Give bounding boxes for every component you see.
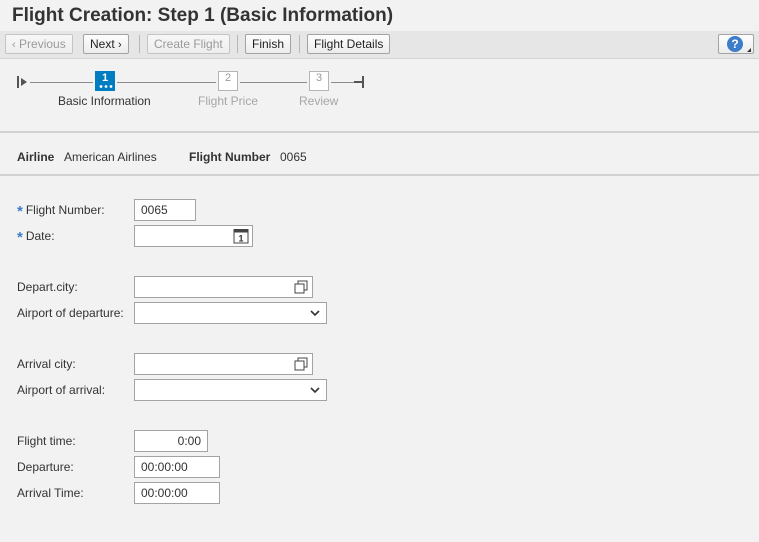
arrival-time-input[interactable]: 00:00:00: [134, 482, 220, 504]
flight-time-label: Flight time:: [17, 434, 76, 448]
divider: [0, 131, 759, 133]
arrival-time-label: Arrival Time:: [17, 486, 84, 500]
create-flight-button[interactable]: Create Flight: [147, 34, 230, 54]
roadmap-step-1[interactable]: 1: [95, 71, 115, 91]
required-marker: *: [17, 203, 23, 220]
depart-city-input[interactable]: [134, 276, 313, 298]
flight-number-info-label: Flight Number: [189, 150, 271, 164]
chevron-down-icon[interactable]: [307, 305, 323, 321]
roadmap-step-label-flight-price: Flight Price: [198, 94, 259, 108]
next-button[interactable]: Next ›: [83, 34, 129, 54]
toolbar-separator: [139, 35, 140, 53]
roadmap-connector: [240, 82, 307, 83]
previous-button-label: Previous: [19, 37, 66, 51]
substeps-icon: [99, 85, 113, 88]
roadmap-connector: [331, 82, 355, 83]
date-label: * Date:: [17, 229, 55, 246]
airline-value: American Airlines: [64, 150, 157, 164]
chevron-left-icon: ‹: [12, 39, 16, 51]
chevron-down-icon[interactable]: [307, 382, 323, 398]
arrival-city-label: Arrival city:: [17, 357, 76, 371]
arrival-city-input[interactable]: [134, 353, 313, 375]
finish-button[interactable]: Finish: [245, 34, 292, 54]
flight-time-input[interactable]: 0:00: [134, 430, 208, 452]
date-input[interactable]: 1: [134, 225, 253, 247]
next-button-label: Next: [90, 37, 115, 51]
airport-departure-select[interactable]: [134, 302, 327, 324]
roadmap-start-icon: [17, 76, 27, 88]
help-icon: ?: [727, 36, 743, 52]
required-marker: *: [17, 229, 23, 246]
flight-number-info-value: 0065: [280, 150, 307, 164]
calendar-day: 1: [238, 234, 243, 244]
toolbar-separator: [299, 35, 300, 53]
airline-label: Airline: [17, 150, 55, 164]
flight-details-button[interactable]: Flight Details: [307, 34, 391, 54]
roadmap-step-label-review: Review: [299, 94, 339, 108]
toolbar-separator: [237, 35, 238, 53]
calendar-icon[interactable]: 1: [233, 228, 249, 244]
roadmap-connector: [117, 82, 216, 83]
help-button[interactable]: ?: [718, 34, 754, 54]
depart-city-label: Depart.city:: [17, 280, 78, 294]
divider: [0, 174, 759, 176]
page-title: Flight Creation: Step 1 (Basic Informati…: [12, 5, 394, 26]
toolbar: ‹ Previous Next › Create Flight Finish F…: [0, 31, 759, 59]
airport-arrival-label: Airport of arrival:: [17, 383, 106, 397]
value-help-icon[interactable]: [293, 279, 309, 295]
departure-label: Departure:: [17, 460, 74, 474]
roadmap-step-2[interactable]: 2: [218, 71, 238, 91]
roadmap-end-icon: [354, 76, 364, 88]
flight-number-input[interactable]: 0065: [134, 199, 196, 221]
previous-button[interactable]: ‹ Previous: [5, 34, 73, 54]
roadmap-step-label-basic-information: Basic Information: [58, 94, 151, 108]
airport-arrival-select[interactable]: [134, 379, 327, 401]
chevron-right-icon: ›: [118, 39, 122, 51]
roadmap-step-3[interactable]: 3: [309, 71, 329, 91]
value-help-icon[interactable]: [293, 356, 309, 372]
flight-number-label: * Flight Number:: [17, 203, 105, 220]
departure-time-input[interactable]: 00:00:00: [134, 456, 220, 478]
airport-departure-label: Airport of departure:: [17, 306, 124, 320]
dropdown-caret-icon: [747, 48, 751, 52]
roadmap-connector: [30, 82, 93, 83]
roadmap-step-number: 1: [101, 72, 109, 84]
